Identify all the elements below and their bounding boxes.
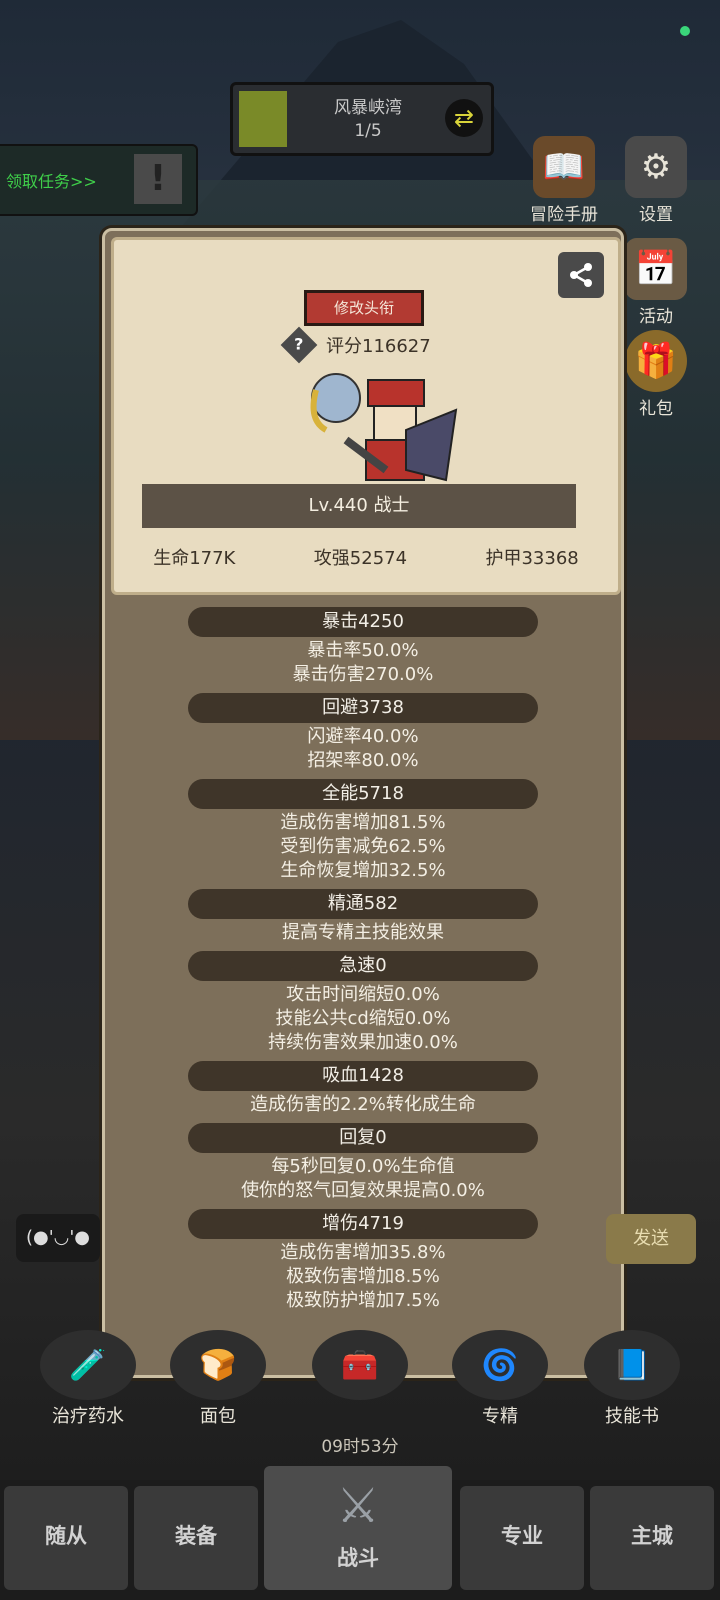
- specialization-button[interactable]: 🌀 专精: [440, 1330, 560, 1428]
- stat-health: 生命177K: [153, 548, 236, 569]
- bread-icon: 🍞: [170, 1330, 266, 1400]
- stage-progress-fill: [239, 91, 287, 147]
- stage-count: 1/5: [354, 121, 382, 141]
- quest-label: 领取任务>>: [6, 172, 97, 191]
- skillbook-button[interactable]: 📘 技能书: [572, 1330, 692, 1428]
- attr-line: 造成伤害的2.2%转化成生命: [250, 1094, 476, 1115]
- action-label: 治疗药水: [52, 1406, 124, 1427]
- attr-line: 招架率80.0%: [307, 750, 419, 771]
- quest-tab[interactable]: 领取任务>> !: [0, 144, 198, 216]
- attribute-list: 暴击4250 暴击率50.0% 暴击伤害270.0% 回避3738 闪避率40.…: [105, 601, 621, 1313]
- attr-line: 提高专精主技能效果: [282, 922, 444, 943]
- bottom-nav: 随从 装备 ⚔ 战斗 专业 主城: [0, 1466, 720, 1600]
- activity-button[interactable]: 📅 活动: [616, 238, 696, 327]
- skillbook-icon: 📘: [584, 1330, 680, 1400]
- settings-button[interactable]: ⚙ 设置: [616, 136, 696, 225]
- tab-battle-label: 战斗: [337, 1546, 379, 1570]
- potion-button[interactable]: 🧪 治疗药水: [28, 1330, 148, 1428]
- attr-header-haste: 急速0: [188, 951, 538, 981]
- status-indicator: [680, 26, 690, 36]
- score-row: ? 评分116627: [280, 326, 486, 364]
- action-label: 专精: [482, 1406, 518, 1427]
- stage-name: 风暴峡湾: [334, 98, 402, 118]
- attr-line: 造成伤害增加35.8%: [280, 1242, 446, 1263]
- stat-armor: 护甲33368: [485, 548, 579, 569]
- potion-icon: 🧪: [40, 1330, 136, 1400]
- book-icon: 📖: [533, 136, 595, 198]
- attr-line: 闪避率40.0%: [307, 726, 419, 747]
- score-text: 评分116627: [326, 336, 431, 357]
- attr-header-lifesteal: 吸血1428: [188, 1061, 538, 1091]
- stage-bar[interactable]: 风暴峡湾 1/5 ⇄: [230, 82, 494, 156]
- attr-header-crit: 暴击4250: [188, 607, 538, 637]
- tab-battle[interactable]: ⚔ 战斗: [264, 1466, 452, 1590]
- chest-button[interactable]: 🧰: [300, 1330, 420, 1402]
- attr-line: 造成伤害增加81.5%: [280, 812, 446, 833]
- attr-header-regen: 回复0: [188, 1123, 538, 1153]
- attr-header-dodge: 回避3738: [188, 693, 538, 723]
- action-row: 🧪 治疗药水 🍞 面包 🧰 🌀 专精 📘 技能书: [0, 1330, 720, 1440]
- hero-avatar: [310, 373, 458, 482]
- bread-button[interactable]: 🍞 面包: [158, 1330, 278, 1428]
- share-icon: [570, 263, 592, 287]
- attr-line: 生命恢复增加32.5%: [280, 860, 446, 881]
- help-icon[interactable]: ?: [280, 326, 318, 364]
- gear-icon: ⚙: [625, 136, 687, 198]
- calendar-icon: 📅: [625, 238, 687, 300]
- edit-title-button[interactable]: 修改头衔: [304, 290, 424, 326]
- attr-line: 每5秒回复0.0%生命值: [271, 1156, 455, 1177]
- attr-header-versatility: 全能5718: [188, 779, 538, 809]
- attr-line: 使你的怒气回复效果提高0.0%: [241, 1180, 485, 1201]
- side-label: 设置: [639, 205, 673, 225]
- attr-line: 攻击时间缩短0.0%: [286, 984, 440, 1005]
- attr-line: 暴击伤害270.0%: [292, 664, 434, 685]
- chat-emote[interactable]: (●'◡'●: [16, 1214, 100, 1262]
- attr-line: 受到伤害减免62.5%: [280, 836, 446, 857]
- character-card: 修改头衔 ? 评分116627 Lv.440 战士 生命177K 攻强52574…: [111, 237, 621, 595]
- main-stats: 生命177K 攻强52574 护甲33368: [114, 544, 618, 570]
- tab-equipment[interactable]: 装备: [134, 1486, 258, 1590]
- attr-header-damage-bonus: 增伤4719: [188, 1209, 538, 1239]
- attr-line: 极致防护增加7.5%: [286, 1290, 440, 1311]
- tab-followers[interactable]: 随从: [4, 1486, 128, 1590]
- side-label: 活动: [639, 307, 673, 327]
- adventure-book-button[interactable]: 📖 冒险手册: [524, 136, 604, 225]
- level-class-bar: Lv.440 战士: [142, 484, 576, 528]
- tab-profession[interactable]: 专业: [460, 1486, 584, 1590]
- timer: 09时53分: [321, 1437, 399, 1457]
- exclamation-icon: !: [134, 154, 182, 204]
- chest-icon: 🧰: [312, 1330, 408, 1400]
- character-info-panel: 修改头衔 ? 评分116627 Lv.440 战士 生命177K 攻强52574…: [102, 228, 624, 1378]
- stat-attack: 攻强52574: [313, 548, 408, 569]
- send-button[interactable]: 发送: [606, 1214, 696, 1264]
- crossed-swords-icon: ⚔: [336, 1478, 380, 1534]
- swirl-icon: 🌀: [452, 1330, 548, 1400]
- attr-header-mastery: 精通582: [188, 889, 538, 919]
- attr-line: 暴击率50.0%: [307, 640, 419, 661]
- side-label: 礼包: [639, 399, 673, 419]
- action-label: 技能书: [605, 1406, 659, 1427]
- gift-button[interactable]: 🎁 礼包: [616, 330, 696, 419]
- side-label: 冒险手册: [530, 205, 598, 225]
- attr-line: 技能公共cd缩短0.0%: [275, 1008, 451, 1029]
- gift-icon: 🎁: [625, 330, 687, 392]
- attr-line: 极致伤害增加8.5%: [286, 1266, 440, 1287]
- action-label: 面包: [200, 1406, 236, 1427]
- share-button[interactable]: [558, 252, 604, 298]
- tab-main-city[interactable]: 主城: [590, 1486, 714, 1590]
- attr-line: 持续伤害效果加速0.0%: [268, 1032, 458, 1053]
- refresh-icon[interactable]: ⇄: [445, 99, 483, 137]
